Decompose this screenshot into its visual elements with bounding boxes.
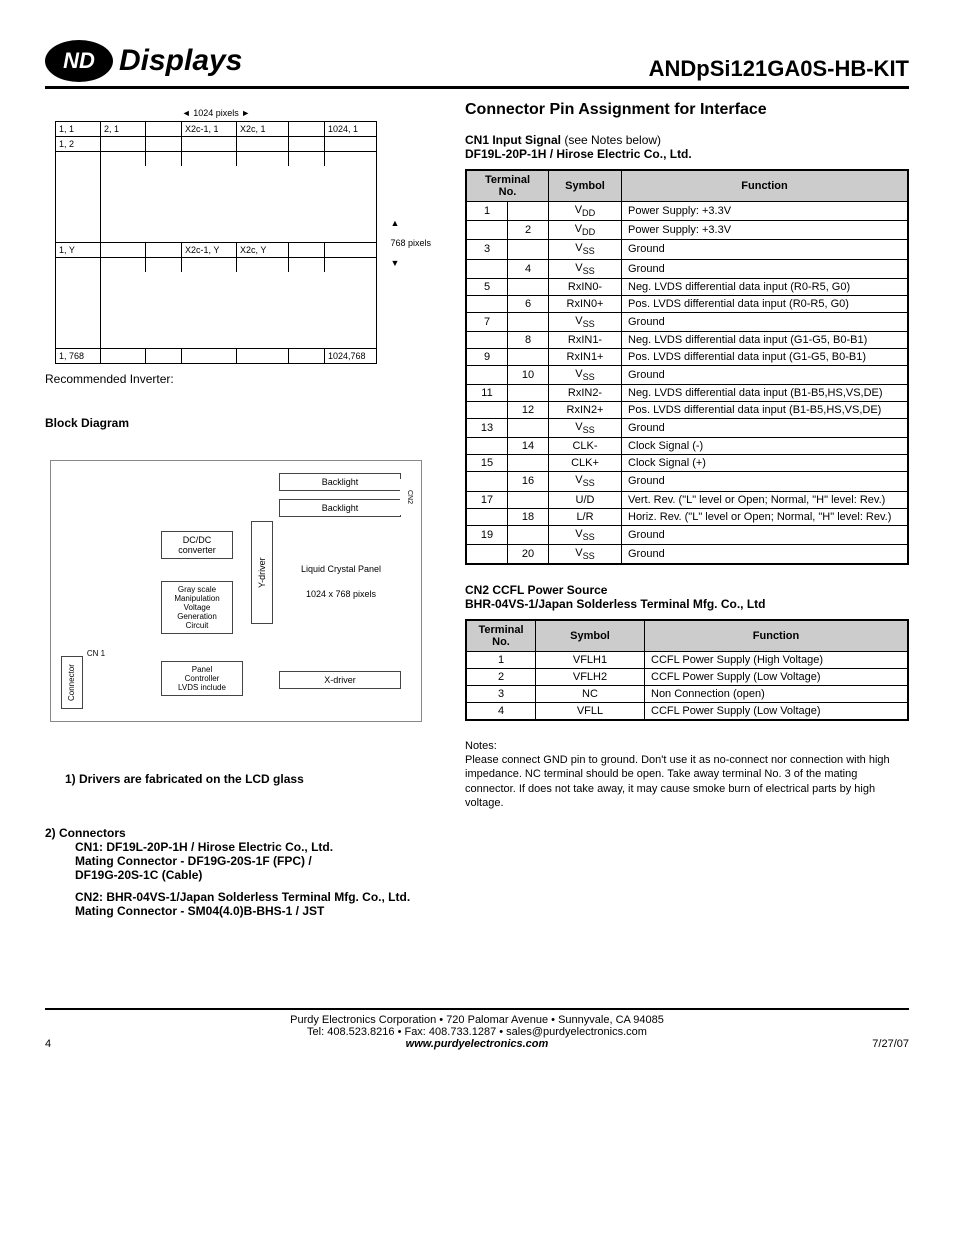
right-column: Connector Pin Assignment for Interface C… xyxy=(465,101,909,918)
table-row: 8RxIN1-Neg. LVDS differential data input… xyxy=(466,331,908,348)
table-row: 13VSSGround xyxy=(466,419,908,438)
notes-title: Notes: xyxy=(465,739,909,753)
block-diagram-title: Block Diagram xyxy=(45,416,445,430)
th-terminal: Terminal No. xyxy=(466,170,549,202)
cn1-part: DF19L-20P-1H / Hirose Electric Co., Ltd. xyxy=(465,147,909,161)
block-diagram: Backlight Backlight DC/DC converter Y-dr… xyxy=(50,460,422,722)
footer-date: 7/27/07 xyxy=(872,1038,909,1050)
table-row: 4VSSGround xyxy=(466,259,908,278)
table-row: 2VFLH2CCFL Power Supply (Low Voltage) xyxy=(466,668,908,685)
cn2-pin-table: Terminal No. Symbol Function 1VFLH1CCFL … xyxy=(465,619,909,721)
cn2-part: BHR-04VS-1/Japan Solderless Terminal Mfg… xyxy=(465,597,909,611)
table-row: 20VSSGround xyxy=(466,544,908,564)
page-header: ND Displays ANDpSi121GA0S-HB-KIT xyxy=(45,40,909,89)
table-row: 19VSSGround xyxy=(466,525,908,544)
table-row: 3NCNon Connection (open) xyxy=(466,685,908,702)
cn1-input-title: CN1 Input Signal xyxy=(465,133,561,147)
cn2-spec: CN2: BHR-04VS-1/Japan Solderless Termina… xyxy=(75,890,445,904)
notes-body: Please connect GND pin to ground. Don't … xyxy=(465,753,909,810)
table-row: 17U/DVert. Rev. ("L" level or Open; Norm… xyxy=(466,491,908,508)
table-row: 12RxIN2+Pos. LVDS differential data inpu… xyxy=(466,402,908,419)
table-row: 15CLK+Clock Signal (+) xyxy=(466,455,908,472)
th-function: Function xyxy=(622,170,909,202)
th-symbol2: Symbol xyxy=(536,620,645,652)
pixel-width-label: ◄ 1024 pixels ► xyxy=(56,108,376,118)
table-row: 2VDDPower Supply: +3.3V xyxy=(466,221,908,240)
cn1-pin-table: Terminal No. Symbol Function 1VDDPower S… xyxy=(465,169,909,565)
logo: ND Displays xyxy=(45,40,242,82)
cn1-cable: DF19G-20S-1C (Cable) xyxy=(75,868,445,882)
pixel-height-label: ▲768 pixels▼ xyxy=(390,218,431,268)
cn1-input-note: (see Notes below) xyxy=(561,133,661,147)
th-terminal2: Terminal No. xyxy=(466,620,536,652)
page-footer: 4 Purdy Electronics Corporation • 720 Pa… xyxy=(45,1008,909,1050)
table-row: 4VFLLCCFL Power Supply (Low Voltage) xyxy=(466,702,908,720)
table-row: 3VSSGround xyxy=(466,240,908,259)
connectors-title: 2) Connectors xyxy=(45,826,445,840)
connector-pin-title: Connector Pin Assignment for Interface xyxy=(465,101,909,119)
footer-line1: Purdy Electronics Corporation • 720 Palo… xyxy=(45,1014,909,1026)
table-row: 11RxIN2-Neg. LVDS differential data inpu… xyxy=(466,385,908,402)
left-column: ◄ 1024 pixels ► ▲768 pixels▼ 1, 1 2, 1 X… xyxy=(45,101,445,918)
footer-website: www.purdyelectronics.com xyxy=(45,1038,909,1050)
cn1-mating: Mating Connector - DF19G-20S-1F (FPC) / xyxy=(75,854,445,868)
pixel-diagram: ◄ 1024 pixels ► ▲768 pixels▼ 1, 1 2, 1 X… xyxy=(55,121,377,364)
table-row: 18L/RHoriz. Rev. ("L" level or Open; Nor… xyxy=(466,508,908,525)
table-row: 6RxIN0+Pos. LVDS differential data input… xyxy=(466,295,908,312)
table-row: 7VSSGround xyxy=(466,312,908,331)
footer-line2: Tel: 408.523.8216 • Fax: 408.733.1287 • … xyxy=(45,1026,909,1038)
table-row: 16VSSGround xyxy=(466,472,908,491)
note-1: 1) Drivers are fabricated on the LCD gla… xyxy=(65,772,445,786)
cn2-title: CN2 CCFL Power Source xyxy=(465,583,909,597)
table-row: 5RxIN0-Neg. LVDS differential data input… xyxy=(466,278,908,295)
th-function2: Function xyxy=(645,620,909,652)
table-row: 9RxIN1+Pos. LVDS differential data input… xyxy=(466,348,908,365)
cn2-mating: Mating Connector - SM04(4.0)B-BHS-1 / JS… xyxy=(75,904,445,918)
table-row: 1VDDPower Supply: +3.3V xyxy=(466,202,908,221)
table-row: 10VSSGround xyxy=(466,365,908,384)
table-row: 1VFLH1CCFL Power Supply (High Voltage) xyxy=(466,651,908,668)
page-number: 4 xyxy=(45,1038,51,1050)
part-number: ANDpSi121GA0S-HB-KIT xyxy=(649,56,909,82)
logo-text: Displays xyxy=(119,44,242,78)
th-symbol: Symbol xyxy=(549,170,622,202)
logo-oval: ND xyxy=(45,40,113,82)
table-row: 14CLK-Clock Signal (-) xyxy=(466,438,908,455)
recommended-inverter-label: Recommended Inverter: xyxy=(45,372,445,386)
cn1-spec: CN1: DF19L-20P-1H / Hirose Electric Co.,… xyxy=(75,840,445,854)
